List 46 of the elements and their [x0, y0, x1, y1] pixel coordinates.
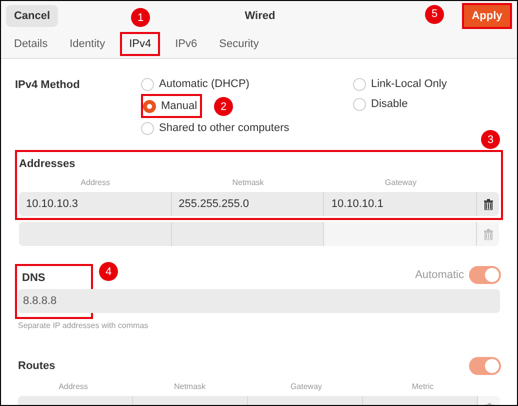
column-header: Metric: [412, 382, 434, 391]
method-label: IPv4 Method: [15, 79, 80, 91]
column-header: Netmask: [232, 178, 264, 187]
tab[interactable]: IPv6: [168, 34, 204, 54]
address-field[interactable]: 10.10.10.3: [19, 192, 172, 216]
address-field[interactable]: 255.255.255.0: [172, 192, 324, 216]
column-header: Address: [58, 382, 88, 391]
radio-button[interactable]: [353, 78, 366, 90]
address-field[interactable]: [172, 222, 324, 246]
column-header: Gateway: [290, 382, 322, 391]
option-label: Automatic (DHCP): [159, 77, 250, 91]
trash-icon[interactable]: [484, 198, 493, 210]
column-header: Address: [80, 178, 110, 187]
address-field[interactable]: [324, 222, 478, 246]
cancel-button[interactable]: Cancel: [6, 4, 58, 26]
column-header: Netmask: [174, 382, 206, 391]
radio-button[interactable]: [141, 78, 154, 90]
radio-button[interactable]: [353, 98, 366, 110]
number-badge: 1: [131, 8, 150, 27]
tab[interactable]: IPv4: [122, 34, 158, 54]
tab[interactable]: Identity: [62, 34, 112, 54]
section-title: Routes: [17, 359, 56, 373]
number-badge: 4: [99, 262, 118, 281]
window-title: Wired: [244, 10, 276, 22]
address-field[interactable]: [19, 222, 172, 246]
number-badge: 3: [481, 130, 500, 149]
toggle-switch[interactable]: [469, 266, 501, 284]
radio-button[interactable]: [143, 100, 156, 112]
tab[interactable]: Details: [7, 34, 55, 54]
number-badge: 2: [214, 97, 233, 116]
toggle-switch[interactable]: [469, 357, 501, 375]
option-label: Disable: [371, 97, 408, 111]
hint-text: Separate IP addresses with commas: [18, 321, 148, 330]
option-label: Shared to other computers: [159, 121, 290, 135]
tab[interactable]: Security: [212, 34, 266, 54]
radio-button[interactable]: [141, 122, 154, 134]
section-title: DNS: [22, 272, 46, 284]
column-header: Gateway: [384, 178, 416, 187]
dns-field[interactable]: 8.8.8.8: [18, 289, 500, 313]
option-label: Manual: [161, 99, 198, 113]
toggle-label: Automatic: [415, 268, 464, 282]
number-badge: 5: [425, 4, 444, 24]
option-label: Link-Local Only: [371, 77, 447, 91]
section-title: Addresses: [19, 158, 76, 170]
apply-button[interactable]: Apply: [464, 4, 510, 26]
address-field[interactable]: 10.10.10.1: [324, 192, 478, 216]
